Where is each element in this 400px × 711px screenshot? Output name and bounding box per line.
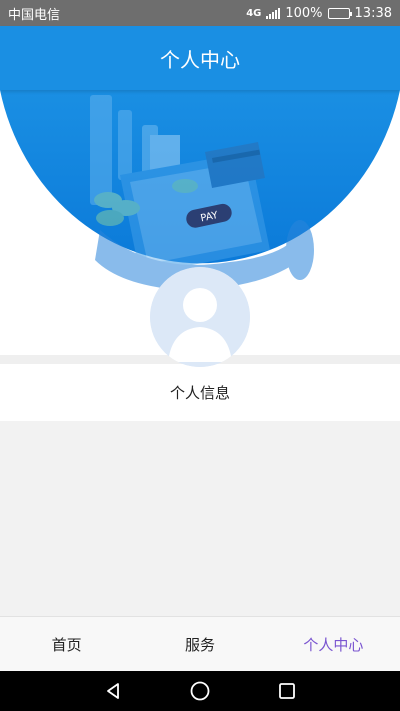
tab-services[interactable]: 服务 — [133, 617, 266, 671]
personal-info-item[interactable]: 个人信息 — [0, 364, 400, 421]
system-navigation-bar — [0, 671, 400, 711]
status-bar: 中国电信 4G 100% 13:38 — [0, 0, 400, 26]
carrier-label: 中国电信 — [8, 7, 61, 23]
home-icon[interactable] — [188, 679, 212, 703]
tab-personal-center[interactable]: 个人中心 — [267, 617, 400, 671]
recent-apps-icon[interactable] — [275, 679, 299, 703]
battery-icon — [327, 7, 352, 19]
bottom-tab-bar: 首页 服务 个人中心 — [0, 616, 400, 671]
battery-percent: 100% — [285, 5, 323, 21]
page-title: 个人中心 — [160, 47, 240, 72]
signal-icon — [266, 7, 281, 19]
network-type: 4G — [246, 7, 262, 19]
tab-home[interactable]: 首页 — [0, 617, 133, 671]
title-bar: 个人中心 — [0, 26, 400, 90]
clock: 13:38 — [354, 5, 392, 21]
back-icon[interactable] — [101, 679, 125, 703]
status-indicators: 4G 100% 13:38 — [246, 6, 392, 21]
user-avatar-icon[interactable] — [150, 267, 250, 367]
personal-info-label: 个人信息 — [169, 384, 230, 402]
